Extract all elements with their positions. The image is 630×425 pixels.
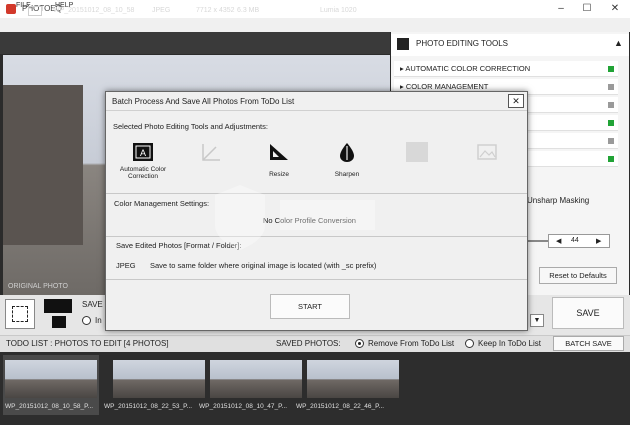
reset-defaults-button[interactable]: Reset to Defaults bbox=[539, 267, 617, 284]
keep-in-todo-label: Keep In ToDo List bbox=[478, 339, 542, 348]
info-format: JPEG bbox=[152, 7, 171, 14]
unsharp-masking-label: Unsharp Masking bbox=[527, 196, 590, 205]
keep-in-todo-radio[interactable] bbox=[465, 339, 474, 348]
batch-save-button[interactable]: BATCH SAVE bbox=[553, 336, 624, 351]
save-radio-label: In bbox=[95, 316, 102, 325]
save-folder-description: Save to same folder where original image… bbox=[150, 261, 377, 270]
info-dimensions: 7712 x 4352 bbox=[196, 7, 235, 14]
maximize-button[interactable]: ☐ bbox=[574, 0, 600, 18]
save-format: JPEG bbox=[116, 261, 136, 270]
resize-icon bbox=[270, 144, 288, 160]
close-button[interactable]: ✕ bbox=[602, 0, 628, 18]
todo-title: TODO LIST : PHOTOS TO EDIT [4 PHOTOS] bbox=[6, 339, 169, 348]
svg-text:A: A bbox=[140, 148, 146, 158]
panel-title: PHOTO EDITING TOOLS bbox=[416, 39, 509, 48]
auto-color-icon: A bbox=[133, 143, 153, 161]
image-info-bar bbox=[0, 32, 390, 54]
tool-label: ▸ AUTOMATIC COLOR CORRECTION bbox=[400, 64, 531, 73]
collapse-icon[interactable]: ▲ bbox=[614, 38, 623, 48]
color-management-label: Color Management Settings: bbox=[114, 199, 210, 208]
thumbnail-name: WP_20151012_08_22_53_P... bbox=[104, 403, 193, 410]
remove-from-todo-label: Remove From ToDo List bbox=[368, 339, 455, 348]
single-view-icon[interactable] bbox=[52, 316, 66, 328]
format-dropdown[interactable]: ▼ bbox=[530, 314, 544, 327]
tool-status-indicator bbox=[608, 102, 614, 108]
tool-status-indicator bbox=[608, 84, 614, 90]
tool-status-indicator bbox=[608, 138, 614, 144]
thumbnail-name: WP_20151012_08_22_46_P... bbox=[296, 403, 385, 410]
thumbnail-name: WP_20151012_08_10_58_P... bbox=[5, 403, 94, 410]
minimize-button[interactable]: – bbox=[548, 0, 574, 18]
building-left bbox=[3, 85, 83, 245]
tool-status-indicator bbox=[608, 156, 614, 162]
save-options-label: SAVE bbox=[82, 300, 103, 309]
original-photo-label: ORIGINAL PHOTO bbox=[8, 283, 68, 290]
tool-status-indicator bbox=[608, 66, 614, 72]
stepper-value[interactable]: 44 bbox=[571, 237, 579, 244]
info-filename: WP_20151012_08_10_58 bbox=[53, 7, 135, 14]
thumbnail[interactable] bbox=[5, 360, 97, 398]
watermark-logo bbox=[215, 185, 375, 250]
thumbnail[interactable] bbox=[210, 360, 302, 398]
tool-status-indicator bbox=[608, 120, 614, 126]
save-radio[interactable] bbox=[82, 316, 91, 325]
thumbnail[interactable] bbox=[113, 360, 205, 398]
noise-icon bbox=[406, 142, 428, 162]
start-button[interactable]: START bbox=[270, 294, 350, 319]
tool-label: ▸ COLOR MANAGEMENT bbox=[400, 82, 489, 91]
thumbnail-name: WP_20151012_08_10_47_P... bbox=[199, 403, 288, 410]
dialog-close-icon[interactable]: ✕ bbox=[508, 94, 524, 108]
tool-caption: Automatic Color Correction bbox=[119, 166, 167, 180]
increment-icon[interactable]: ▶ bbox=[596, 237, 601, 245]
selection-icon bbox=[12, 306, 28, 322]
compare-view-icon[interactable] bbox=[44, 299, 72, 313]
save-button[interactable]: SAVE bbox=[552, 297, 624, 329]
divider bbox=[106, 110, 527, 111]
image-icon bbox=[28, 6, 42, 16]
app-logo-icon bbox=[6, 4, 16, 14]
info-device: Lumia 1020 bbox=[320, 7, 357, 14]
decrement-icon[interactable]: ◀ bbox=[556, 237, 561, 245]
thumbnail[interactable] bbox=[307, 360, 399, 398]
image-adjust-icon bbox=[477, 144, 497, 160]
remove-from-todo-radio[interactable] bbox=[355, 339, 364, 348]
tool-row-auto-color[interactable]: ▸ AUTOMATIC COLOR CORRECTION bbox=[394, 61, 618, 77]
divider bbox=[106, 279, 527, 280]
dialog-subtitle: Selected Photo Editing Tools and Adjustm… bbox=[113, 122, 268, 131]
menu-bar bbox=[0, 18, 630, 32]
perspective-icon bbox=[202, 144, 220, 161]
dialog-title: Batch Process And Save All Photos From T… bbox=[112, 97, 295, 106]
info-size: 6.3 MB bbox=[237, 7, 260, 14]
slider-track[interactable] bbox=[528, 240, 548, 242]
saved-photos-label: SAVED PHOTOS: bbox=[276, 339, 341, 348]
sharpen-icon bbox=[340, 143, 354, 162]
sliders-icon bbox=[397, 38, 409, 50]
